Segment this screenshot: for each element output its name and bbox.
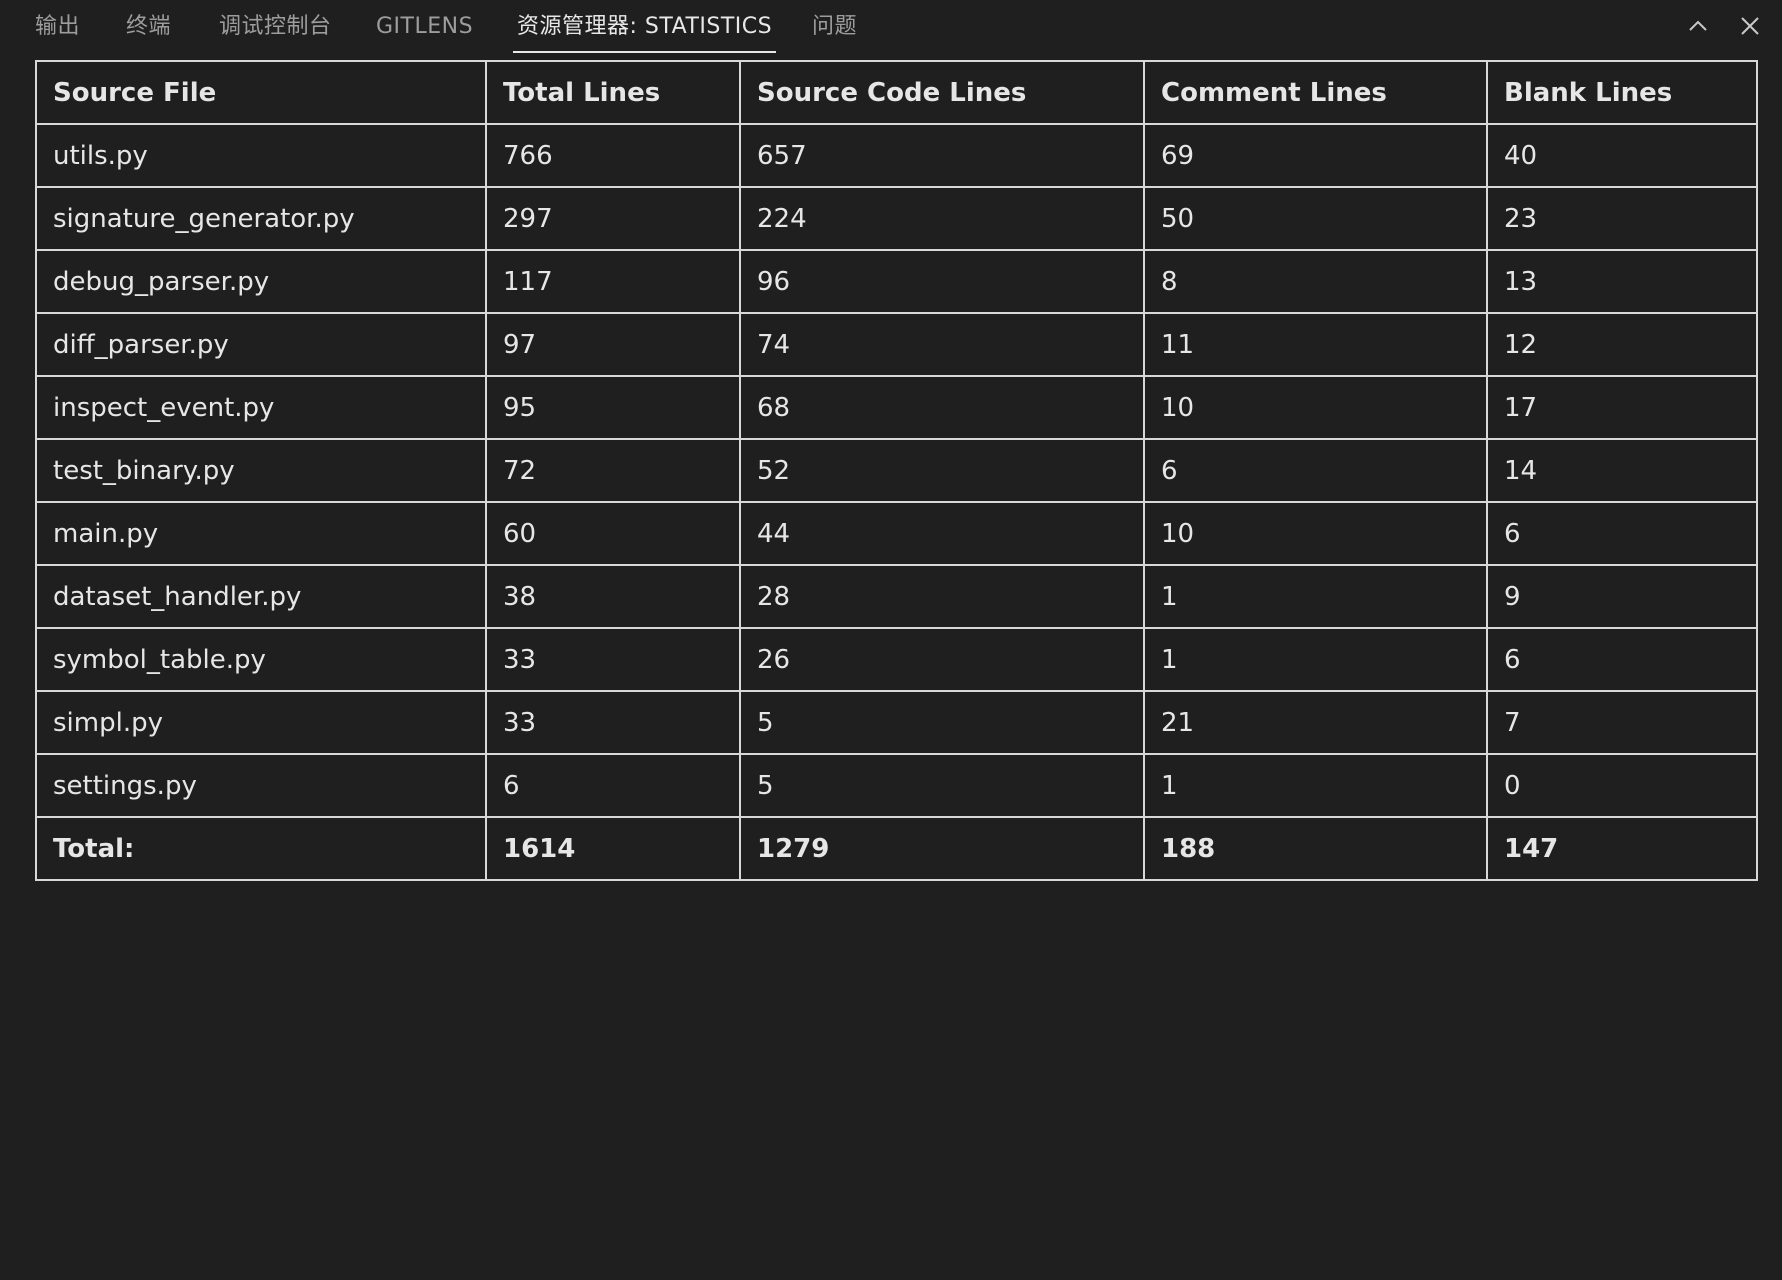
table-row: main.py 60 44 10 6 bbox=[35, 501, 1758, 566]
table-total-row: Total: 1614 1279 188 147 bbox=[35, 816, 1758, 881]
cell-source-code-lines: 52 bbox=[739, 438, 1145, 503]
cell-total-lines: 766 bbox=[485, 123, 741, 188]
table-row: utils.py 766 657 69 40 bbox=[35, 123, 1758, 188]
cell-blank-lines: 7 bbox=[1486, 690, 1758, 755]
cell-total-lines: 72 bbox=[485, 438, 741, 503]
table-row: test_binary.py 72 52 6 14 bbox=[35, 438, 1758, 503]
cell-source-file: signature_generator.py bbox=[35, 186, 487, 251]
cell-source-file: test_binary.py bbox=[35, 438, 487, 503]
cell-source-code-lines: 28 bbox=[739, 564, 1145, 629]
cell-source-file: diff_parser.py bbox=[35, 312, 487, 377]
cell-comment-lines: 69 bbox=[1143, 123, 1488, 188]
cell-blank-lines: 12 bbox=[1486, 312, 1758, 377]
header-source-code-lines: Source Code Lines bbox=[739, 60, 1145, 125]
tab-statistics[interactable]: 资源管理器: STATISTICS bbox=[512, 0, 777, 53]
cell-source-file: main.py bbox=[35, 501, 487, 566]
total-label: Total: bbox=[35, 816, 487, 881]
cell-source-code-lines: 5 bbox=[739, 690, 1145, 755]
cell-total-lines: 6 bbox=[485, 753, 741, 818]
cell-source-code-lines: 26 bbox=[739, 627, 1145, 692]
cell-source-file: inspect_event.py bbox=[35, 375, 487, 440]
cell-total-lines: 117 bbox=[485, 249, 741, 314]
table-row: diff_parser.py 97 74 11 12 bbox=[35, 312, 1758, 377]
table-row: simpl.py 33 5 21 7 bbox=[35, 690, 1758, 755]
tab-problems[interactable]: 问题 bbox=[812, 0, 857, 52]
panel-tab-bar: 输出 终端 调试控制台 GITLENS 资源管理器: STATISTICS 问题 bbox=[0, 0, 1782, 56]
tab-debug-console[interactable]: 调试控制台 bbox=[219, 0, 332, 52]
cell-source-file: debug_parser.py bbox=[35, 249, 487, 314]
cell-blank-lines: 40 bbox=[1486, 123, 1758, 188]
cell-blank-lines: 23 bbox=[1486, 186, 1758, 251]
cell-source-file: dataset_handler.py bbox=[35, 564, 487, 629]
cell-source-code-lines: 44 bbox=[739, 501, 1145, 566]
cell-source-code-lines: 74 bbox=[739, 312, 1145, 377]
cell-source-code-lines: 657 bbox=[739, 123, 1145, 188]
cell-comment-lines: 6 bbox=[1143, 438, 1488, 503]
cell-source-code-lines: 96 bbox=[739, 249, 1145, 314]
cell-source-code-lines: 68 bbox=[739, 375, 1145, 440]
cell-total-lines: 33 bbox=[485, 690, 741, 755]
cell-total-lines: 297 bbox=[485, 186, 741, 251]
table-row: debug_parser.py 117 96 8 13 bbox=[35, 249, 1758, 314]
cell-total-lines: 60 bbox=[485, 501, 741, 566]
cell-source-file: symbol_table.py bbox=[35, 627, 487, 692]
cell-total-lines: 97 bbox=[485, 312, 741, 377]
tab-terminal[interactable]: 终端 bbox=[126, 0, 171, 52]
total-comment-lines-sum: 188 bbox=[1143, 816, 1488, 881]
cell-source-code-lines: 224 bbox=[739, 186, 1145, 251]
cell-total-lines: 95 bbox=[485, 375, 741, 440]
tab-gitlens[interactable]: GITLENS bbox=[376, 0, 473, 52]
close-icon[interactable] bbox=[1736, 12, 1764, 40]
cell-total-lines: 33 bbox=[485, 627, 741, 692]
cell-blank-lines: 6 bbox=[1486, 627, 1758, 692]
cell-blank-lines: 0 bbox=[1486, 753, 1758, 818]
cell-comment-lines: 1 bbox=[1143, 564, 1488, 629]
chevron-up-icon[interactable] bbox=[1684, 12, 1712, 40]
table-header-row: Source File Total Lines Source Code Line… bbox=[35, 60, 1758, 125]
header-blank-lines: Blank Lines bbox=[1486, 60, 1758, 125]
total-blank-lines-sum: 147 bbox=[1486, 816, 1758, 881]
cell-source-file: utils.py bbox=[35, 123, 487, 188]
cell-comment-lines: 8 bbox=[1143, 249, 1488, 314]
cell-blank-lines: 17 bbox=[1486, 375, 1758, 440]
statistics-panel: 输出 终端 调试控制台 GITLENS 资源管理器: STATISTICS 问题 bbox=[0, 0, 1782, 1280]
cell-comment-lines: 21 bbox=[1143, 690, 1488, 755]
total-lines-sum: 1614 bbox=[485, 816, 741, 881]
cell-comment-lines: 50 bbox=[1143, 186, 1488, 251]
cell-blank-lines: 14 bbox=[1486, 438, 1758, 503]
table-row: dataset_handler.py 38 28 1 9 bbox=[35, 564, 1758, 629]
cell-source-file: settings.py bbox=[35, 753, 487, 818]
cell-blank-lines: 6 bbox=[1486, 501, 1758, 566]
cell-comment-lines: 1 bbox=[1143, 627, 1488, 692]
table-row: signature_generator.py 297 224 50 23 bbox=[35, 186, 1758, 251]
table-row: inspect_event.py 95 68 10 17 bbox=[35, 375, 1758, 440]
statistics-table: Source File Total Lines Source Code Line… bbox=[35, 60, 1758, 881]
header-comment-lines: Comment Lines bbox=[1143, 60, 1488, 125]
cell-source-file: simpl.py bbox=[35, 690, 487, 755]
cell-comment-lines: 10 bbox=[1143, 501, 1488, 566]
statistics-table-container: Source File Total Lines Source Code Line… bbox=[35, 60, 1758, 881]
table-row: settings.py 6 5 1 0 bbox=[35, 753, 1758, 818]
cell-comment-lines: 11 bbox=[1143, 312, 1488, 377]
cell-blank-lines: 13 bbox=[1486, 249, 1758, 314]
header-source-file: Source File bbox=[35, 60, 487, 125]
cell-comment-lines: 10 bbox=[1143, 375, 1488, 440]
tab-output[interactable]: 输出 bbox=[35, 0, 80, 52]
cell-comment-lines: 1 bbox=[1143, 753, 1488, 818]
total-source-code-lines-sum: 1279 bbox=[739, 816, 1145, 881]
cell-total-lines: 38 bbox=[485, 564, 741, 629]
table-row: symbol_table.py 33 26 1 6 bbox=[35, 627, 1758, 692]
cell-blank-lines: 9 bbox=[1486, 564, 1758, 629]
header-total-lines: Total Lines bbox=[485, 60, 741, 125]
cell-source-code-lines: 5 bbox=[739, 753, 1145, 818]
